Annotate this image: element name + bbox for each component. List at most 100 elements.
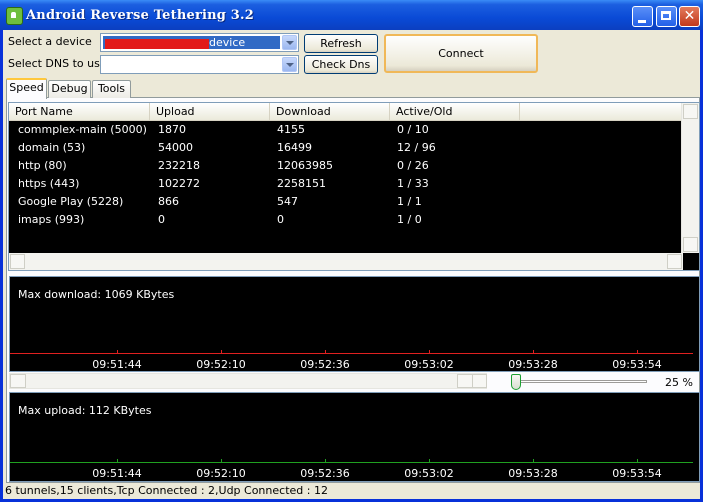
chevron-down-icon[interactable] — [282, 35, 297, 50]
tab-tools[interactable]: Tools — [92, 80, 131, 98]
download-cell: 16499 — [277, 141, 312, 154]
time-tick — [221, 350, 222, 354]
time-tick — [117, 350, 118, 354]
column-header-connections[interactable]: Active/Old Connections — [390, 103, 520, 135]
table-row[interactable]: imaps (993) 0 0 1 / 0 — [9, 211, 683, 229]
download-cell: 12063985 — [277, 159, 333, 172]
time-label: 09:52:10 — [196, 358, 246, 371]
time-tick — [117, 459, 118, 463]
device-select[interactable]: device — [100, 33, 299, 52]
graph-scrollbar[interactable] — [9, 373, 487, 389]
time-label: 09:51:44 — [92, 358, 142, 371]
window-title: Android Reverse Tethering 3.2 — [26, 8, 255, 23]
scroll-left-icon[interactable] — [10, 254, 25, 269]
table-row[interactable]: Google Play (5228) 866 547 1 / 1 — [9, 193, 683, 211]
column-header-port-name[interactable]: Port Name — [9, 103, 150, 120]
zoom-slider-track[interactable] — [513, 380, 647, 383]
device-label: Select a device — [8, 35, 92, 48]
upload-graph-caption: Max upload: 112 KBytes — [18, 404, 152, 417]
upload-cell: 232218 — [158, 159, 200, 172]
port-name-cell: https (443) — [18, 177, 80, 190]
scroll-thumb[interactable] — [457, 374, 473, 388]
time-tick — [533, 350, 534, 354]
scroll-right-icon[interactable] — [667, 254, 682, 269]
redacted-device-name — [105, 39, 209, 49]
zoom-slider-thumb[interactable] — [511, 374, 521, 390]
chevron-down-icon[interactable] — [282, 57, 297, 72]
time-label: 09:53:54 — [612, 467, 662, 480]
download-cell: 2258151 — [277, 177, 326, 190]
connections-cell: 1 / 33 — [397, 177, 429, 190]
port-name-cell: http (80) — [18, 159, 67, 172]
upload-graph: Max upload: 112 KBytes 09:51:44 09:52:10 0… — [9, 392, 700, 482]
download-baseline — [10, 353, 693, 354]
download-cell: 4155 — [277, 123, 305, 136]
download-cell: 0 — [277, 213, 284, 226]
port-name-cell: commplex-main (5000) — [18, 123, 147, 136]
title-bar[interactable]: Android Reverse Tethering 3.2 ✕ — [0, 0, 703, 30]
connections-cell: 1 / 1 — [397, 195, 422, 208]
time-tick — [429, 459, 430, 463]
android-app-icon — [6, 7, 23, 25]
refresh-button[interactable]: Refresh — [304, 34, 378, 53]
time-label: 09:53:28 — [508, 358, 558, 371]
port-name-cell: Google Play (5228) — [18, 195, 124, 208]
table-row[interactable]: https (443) 102272 2258151 1 / 33 — [9, 175, 683, 193]
time-tick — [325, 459, 326, 463]
time-tick — [637, 459, 638, 463]
tab-speed[interactable]: Speed — [6, 78, 47, 99]
upload-cell: 54000 — [158, 141, 193, 154]
time-label: 09:51:44 — [92, 467, 142, 480]
time-tick — [429, 350, 430, 354]
dns-select[interactable] — [100, 55, 299, 74]
upload-cell: 866 — [158, 195, 179, 208]
upload-cell: 102272 — [158, 177, 200, 190]
time-label: 09:53:54 — [612, 358, 662, 371]
table-horizontal-scrollbar[interactable] — [9, 253, 683, 270]
status-text: 6 tunnels,15 clients,Tcp Connected : 2,U… — [5, 484, 328, 497]
maximize-icon — [657, 7, 676, 26]
connections-cell: 0 / 10 — [397, 123, 429, 136]
upload-cell: 0 — [158, 213, 165, 226]
port-name-cell: domain (53) — [18, 141, 86, 154]
scroll-down-icon[interactable] — [683, 237, 698, 252]
port-table[interactable]: Port Name Upload Download Active/Old Con… — [8, 102, 700, 271]
upload-cell: 1870 — [158, 123, 186, 136]
tab-debug[interactable]: Debug — [48, 80, 91, 98]
scroll-left-icon[interactable] — [10, 374, 26, 388]
time-label: 09:52:36 — [300, 358, 350, 371]
time-tick — [533, 459, 534, 463]
connections-cell: 12 / 96 — [397, 141, 436, 154]
main-window: Android Reverse Tethering 3.2 ✕ Select a… — [0, 0, 703, 502]
time-label: 09:52:10 — [196, 467, 246, 480]
connect-button[interactable]: Connect — [384, 34, 538, 73]
minimize-icon — [633, 7, 652, 26]
time-label: 09:53:02 — [404, 358, 454, 371]
column-header-download[interactable]: Download — [270, 103, 390, 120]
close-button[interactable]: ✕ — [679, 6, 700, 27]
table-header: Port Name Upload Download Active/Old Con… — [9, 103, 683, 135]
download-graph: Max download: 1069 KBytes 09:51:44 09:52:… — [9, 276, 700, 372]
maximize-button[interactable] — [656, 6, 677, 27]
table-row[interactable]: domain (53) 54000 16499 12 / 96 — [9, 139, 683, 157]
connections-cell: 1 / 0 — [397, 213, 422, 226]
time-tick — [637, 350, 638, 354]
minimize-button[interactable] — [632, 6, 653, 27]
status-bar: 6 tunnels,15 clients,Tcp Connected : 2,U… — [3, 483, 700, 499]
port-name-cell: imaps (993) — [18, 213, 85, 226]
time-label: 09:52:36 — [300, 467, 350, 480]
scroll-right-icon[interactable] — [472, 374, 487, 388]
time-label: 09:53:02 — [404, 467, 454, 480]
check-dns-button[interactable]: Check Dns — [304, 55, 378, 74]
table-row[interactable]: http (80) 232218 12063985 0 / 26 — [9, 157, 683, 175]
table-row[interactable]: commplex-main (5000) 1870 4155 0 / 10 — [9, 121, 683, 139]
scroll-up-icon[interactable] — [683, 104, 698, 119]
device-selected-value: device — [103, 36, 280, 49]
download-graph-caption: Max download: 1069 KBytes — [18, 288, 175, 301]
dns-label: Select DNS to use — [8, 57, 107, 70]
column-header-upload[interactable]: Upload — [150, 103, 270, 120]
download-cell: 547 — [277, 195, 298, 208]
upload-baseline — [10, 462, 693, 463]
connections-cell: 0 / 26 — [397, 159, 429, 172]
table-vertical-scrollbar[interactable] — [681, 103, 699, 253]
